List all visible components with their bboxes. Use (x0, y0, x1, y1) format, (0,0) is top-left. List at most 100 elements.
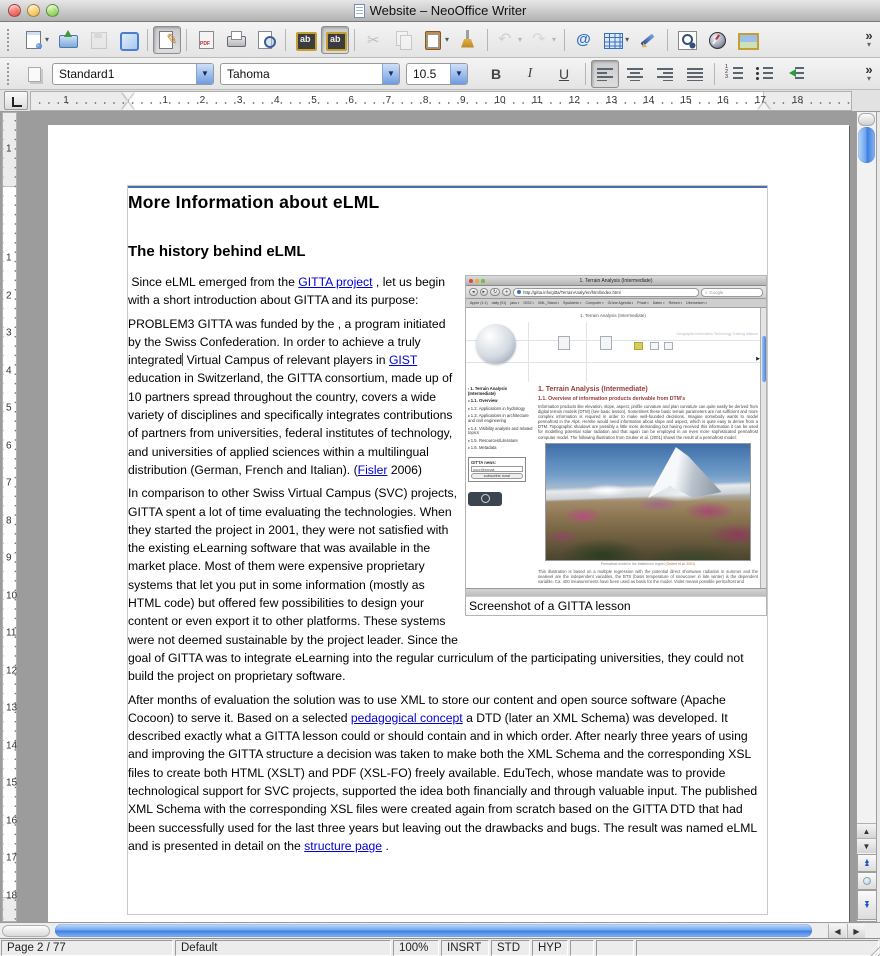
gitta-nav-item[interactable]: ♦1.1. Overview (468, 398, 534, 404)
left-indent-marker[interactable] (122, 102, 134, 110)
toolbar-overflow-button[interactable]: » ▾ (860, 63, 878, 83)
bookmark-item[interactable]: jako (510, 301, 519, 305)
print-button[interactable] (222, 26, 250, 54)
align-right-button[interactable] (651, 60, 679, 88)
title-bar[interactable]: Website – NeoOffice Writer (0, 0, 880, 22)
styles-button[interactable] (20, 60, 48, 88)
redo-button[interactable]: ▾ (527, 26, 559, 54)
next-page-button[interactable]: ▼ ▼ (857, 890, 876, 920)
bookmark-item[interactable]: Übersetzen (686, 301, 707, 305)
toolbar-drag-handle[interactable] (7, 28, 12, 51)
paragraph-style-combobox[interactable]: Standard1 ▼ (52, 62, 214, 85)
gitta-nav-item[interactable]: ♦1.6. Metadata (468, 446, 534, 451)
page-number-field[interactable]: Page 2 / 77 (1, 940, 173, 956)
find-and-replace-button[interactable] (673, 26, 701, 54)
vertical-ruler[interactable]: 1 1 2 3 4 5 6 7 8 9 10 11 12 13 14 15 16 17 18 (2, 112, 17, 922)
hyperlink[interactable]: structure page (304, 839, 382, 853)
chevron-down-icon[interactable]: ▾ (518, 35, 522, 44)
gitta-screenshot-frame[interactable]: 1. Terrain Analysis (Intermediate) ◂ ▸ ↻… (465, 275, 767, 616)
navigation-button[interactable] (857, 872, 876, 890)
chevron-down-icon[interactable]: ▾ (625, 35, 629, 44)
vertical-scrollbar[interactable]: ▲ ▼ ▲ ▲ ▼ ▼ (856, 112, 877, 922)
gallery-button[interactable] (733, 26, 761, 54)
edit-file-button[interactable] (153, 25, 182, 54)
bookmark-item[interactable]: GIS2 (523, 301, 534, 305)
paste-button[interactable]: ▾ (420, 26, 452, 54)
hyperlink[interactable]: Fisler (358, 463, 388, 477)
format-paintbrush-button[interactable] (454, 26, 482, 54)
bookmark-item[interactable]: SysAdmin (563, 301, 582, 305)
document-page[interactable]: More Information about eLML The history … (48, 125, 849, 922)
toolbar-drag-handle[interactable] (7, 62, 12, 85)
close-button[interactable] (8, 4, 21, 17)
show-draw-functions-button[interactable] (634, 26, 662, 54)
first-line-indent-marker[interactable] (122, 92, 134, 100)
scroll-right-button[interactable]: ▶ (847, 924, 865, 938)
minimize-button[interactable] (27, 4, 40, 17)
navigator-button[interactable] (703, 26, 731, 54)
chevron-down-icon[interactable]: ▾ (445, 35, 449, 44)
selection-mode-field[interactable]: STD (491, 940, 530, 956)
bookmark-item[interactable]: Computer (586, 301, 604, 305)
document-heading-2[interactable]: The history behind eLML (128, 243, 767, 260)
tab-stop-selector-button[interactable] (4, 91, 28, 110)
chevron-down-icon[interactable]: ▾ (45, 35, 49, 44)
numbered-list-button[interactable] (720, 60, 748, 88)
gitta-nav-item[interactable]: ♦1.3. Applications in architecture and c… (468, 414, 534, 423)
document-as-email-button[interactable] (114, 26, 142, 54)
scrollbar-split-handle[interactable] (858, 113, 875, 126)
page-preview-button[interactable] (252, 26, 280, 54)
hyperlink[interactable]: GIST (389, 353, 417, 367)
toolbar-overflow-button[interactable]: » ▾ (860, 29, 878, 49)
open-button[interactable] (54, 26, 82, 54)
zoom-button[interactable] (46, 4, 59, 17)
previous-page-button[interactable]: ▲ ▲ (857, 854, 876, 872)
hyperlink[interactable]: pedagogical concept (351, 711, 463, 725)
chevron-down-icon[interactable]: ▼ (450, 63, 467, 84)
bookmark-item[interactable]: Grüne Agenda (608, 301, 634, 305)
horizontal-scrollbar-thumb[interactable] (55, 924, 812, 937)
undo-button[interactable]: ▾ (493, 26, 525, 54)
right-indent-marker[interactable] (758, 102, 770, 110)
gitta-nav-item[interactable]: ♦1.5. Resources/Literature (468, 438, 534, 444)
spellcheck-button[interactable] (291, 26, 319, 54)
chevron-down-icon[interactable]: ▼ (196, 63, 213, 84)
align-center-button[interactable] (621, 60, 649, 88)
bookmark-item[interactable]: Daten (653, 301, 665, 305)
gitta-nav-item[interactable]: ♦1.2. Applications in hydrology (468, 406, 534, 412)
new-document-button[interactable]: ▾ (20, 26, 52, 54)
hyperlink[interactable]: GITTA project (298, 275, 372, 289)
horizontal-scrollbar[interactable]: ◀ ▶ (0, 922, 880, 938)
save-button[interactable] (84, 26, 112, 54)
scroll-up-button[interactable]: ▲ (857, 823, 876, 838)
gitta-nav-item[interactable]: ♦1.4. Visibility analysis and related to… (468, 426, 534, 436)
vertical-scrollbar-thumb[interactable] (858, 127, 875, 163)
insert-mode-field[interactable]: INSRT (441, 940, 489, 956)
scroll-left-button[interactable]: ◀ (828, 924, 846, 938)
paragraph-4[interactable]: After months of evaluation the solution … (128, 691, 767, 856)
figure-caption[interactable]: Screenshot of a GITTA lesson (466, 596, 766, 615)
horizontal-ruler[interactable]: 1 1 2 3 4 5 6 7 8 9 10 11 12 13 14 15 16 17 18 (30, 91, 852, 111)
scroll-down-button[interactable]: ▼ (857, 838, 876, 853)
insert-table-button[interactable]: ▾ (600, 26, 632, 54)
bullet-list-button[interactable] (750, 60, 778, 88)
news-email-input[interactable]: your@email (471, 465, 523, 472)
auto-spellcheck-button[interactable] (321, 25, 350, 54)
underline-button[interactable]: U (548, 60, 580, 88)
chevron-down-icon[interactable]: ▾ (552, 35, 556, 44)
justify-button[interactable] (681, 60, 709, 88)
decrease-indent-button[interactable] (780, 60, 808, 88)
italic-button[interactable]: I (514, 60, 546, 88)
scrollbar-split-handle[interactable] (2, 925, 50, 937)
bookmark-item[interactable]: Privat (637, 301, 649, 305)
copy-button[interactable] (390, 26, 418, 54)
align-left-button[interactable] (591, 59, 619, 88)
chevron-down-icon[interactable]: ▼ (382, 63, 399, 84)
bold-button[interactable]: B (480, 60, 512, 88)
text-area[interactable]: More Information about eLML The history … (127, 185, 768, 915)
hyperlink-button[interactable] (570, 26, 598, 54)
gitta-nav-item[interactable]: ▪1. Terrain Analysis (Intermediate) (468, 386, 534, 396)
document-heading-1[interactable]: More Information about eLML (128, 186, 767, 213)
cut-button[interactable] (360, 26, 388, 54)
bookmark-item[interactable]: Reisen (669, 301, 683, 305)
